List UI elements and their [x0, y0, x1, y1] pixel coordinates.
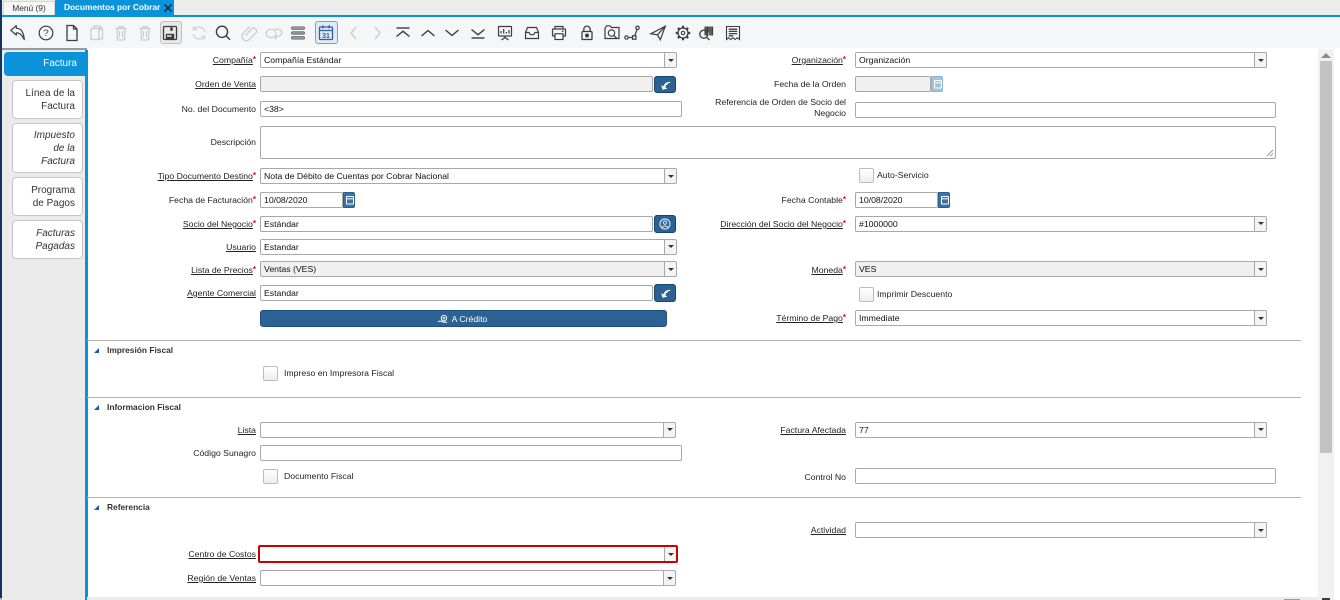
- svg-text:?: ?: [43, 28, 48, 39]
- svg-text:31: 31: [322, 33, 330, 40]
